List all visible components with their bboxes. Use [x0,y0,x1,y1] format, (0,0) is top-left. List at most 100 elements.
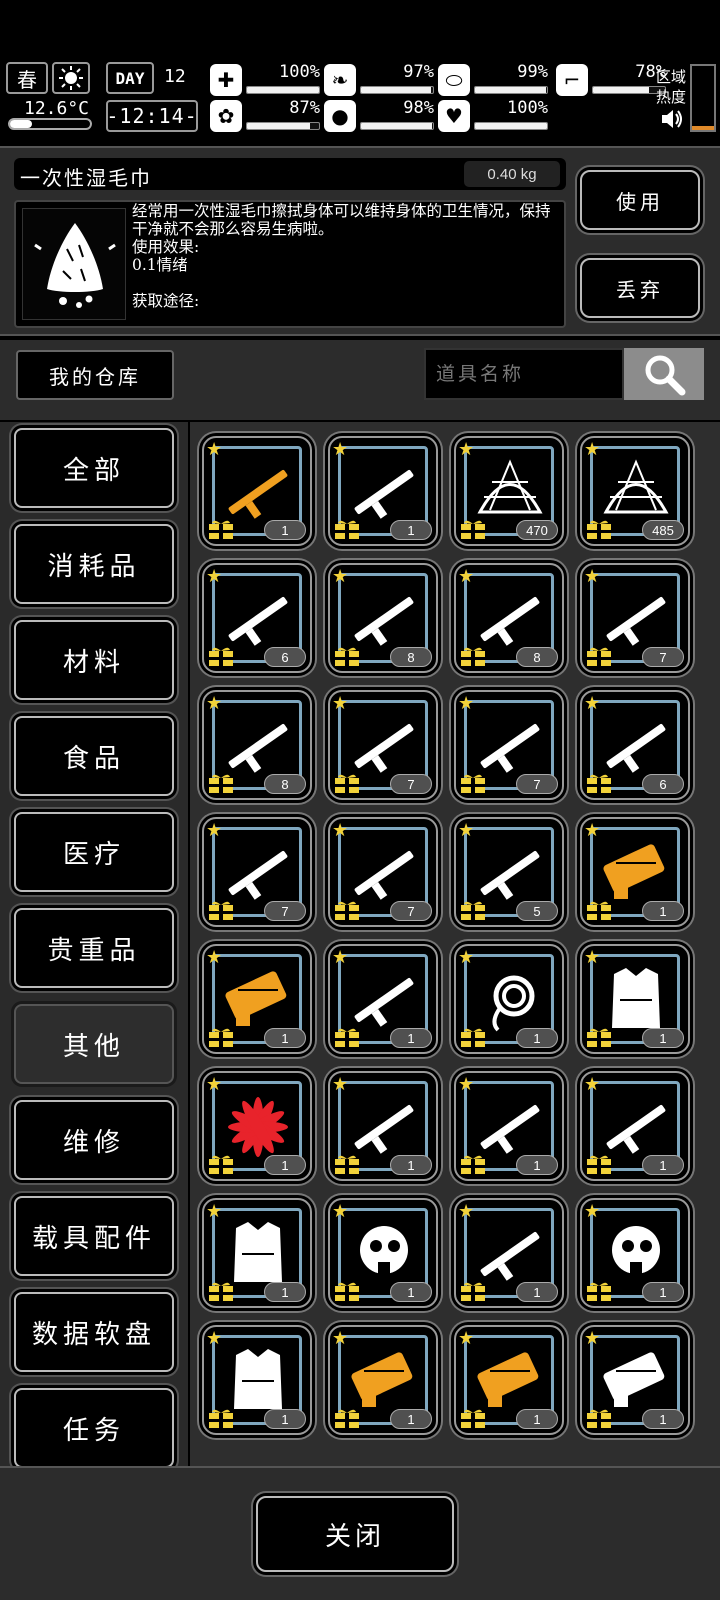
inventory-slot[interactable]: ★ 1 [454,1071,564,1181]
bottom-bar: 关闭 [0,1466,720,1600]
inventory-slot[interactable]: ★ 7 [202,817,312,927]
item-quantity: 1 [642,1028,684,1048]
category-tab[interactable]: 任务 [14,1388,174,1466]
favorite-star-icon: ★ [206,1201,223,1222]
inventory-slot[interactable]: ★ 470 [454,436,564,546]
favorite-star-icon: ★ [332,1328,349,1349]
gift-box-icon [209,1409,233,1428]
inventory-slot[interactable]: ★ 1 [580,944,690,1054]
category-tab[interactable]: 其他 [14,1004,174,1084]
clock-readout: -12:14- [106,100,198,132]
inventory-slot[interactable]: ★ 1 [328,436,438,546]
stat-value: 100% [279,62,320,82]
inventory-slot[interactable]: ★ 8 [202,690,312,800]
inventory-slot[interactable]: ★ 7 [328,817,438,927]
category-label: 数据软盘 [31,1319,156,1350]
inventory-slot[interactable]: ★ 1 [328,1325,438,1435]
inventory-slot[interactable]: ★ 8 [454,563,564,673]
discard-button[interactable]: 丢弃 [580,258,700,318]
favorite-star-icon: ★ [332,820,349,841]
inventory-slot[interactable]: ★ 1 [328,944,438,1054]
favorite-star-icon: ★ [206,947,223,968]
gift-box-icon [335,1155,359,1174]
inventory-slot[interactable]: ★ 8 [328,563,438,673]
wet-towel-icon [22,208,126,320]
inventory-slot[interactable]: ★ 6 [202,563,312,673]
gift-box-icon [335,520,359,539]
gift-box-icon [209,520,233,539]
category-tab[interactable]: 医疗 [14,812,174,892]
favorite-star-icon: ★ [206,1074,223,1095]
stat-value: 97% [403,62,434,82]
inventory-slot[interactable]: ★ 1 [328,1198,438,1308]
inventory-slot[interactable]: ★ 1 [580,1198,690,1308]
use-button[interactable]: 使用 [580,170,700,230]
inventory-slot[interactable]: ★ 1 [202,1198,312,1308]
category-tab[interactable]: 载具配件 [14,1196,174,1276]
category-tab[interactable]: 维修 [14,1100,174,1180]
item-search-input[interactable] [424,348,624,400]
discard-button-label: 丢弃 [616,277,664,302]
item-quantity: 8 [264,774,306,794]
category-tab[interactable]: 数据软盘 [14,1292,174,1372]
inventory-slot[interactable]: ★ 7 [328,690,438,800]
gift-box-icon [461,1028,485,1047]
inventory-slot[interactable]: ★ 1 [580,1325,690,1435]
inventory-slot[interactable]: ★ 1 [202,1071,312,1181]
favorite-star-icon: ★ [458,693,475,714]
close-button[interactable]: 关闭 [256,1496,454,1572]
item-quantity: 470 [516,520,558,540]
item-description: 经常用一次性湿毛巾擦拭身体可以维持身体的卫生情况，保持干净就不会那么容易生病啦。… [132,202,551,310]
category-tab[interactable]: 全部 [14,428,174,508]
item-detail-panel: 一次性湿毛巾 0.40 kg 经常用一次性湿毛巾擦拭身体可以维持身体的卫生情况，… [0,146,720,336]
inventory-slot[interactable]: ★ 6 [580,690,690,800]
favorite-star-icon: ★ [332,1074,349,1095]
item-quantity: 1 [642,1282,684,1302]
inventory-slot[interactable]: ★ 1 [454,1198,564,1308]
inventory-slot[interactable]: ★ 1 [202,1325,312,1435]
inventory-slot[interactable]: ★ 5 [454,817,564,927]
inventory-slot[interactable]: ★ 7 [454,690,564,800]
inventory-slot[interactable]: ★ 485 [580,436,690,546]
item-quantity: 5 [516,901,558,921]
inventory-slot[interactable]: ★ 1 [580,817,690,927]
item-quantity: 1 [642,1155,684,1175]
gift-box-icon [587,520,611,539]
day-number: 12 [164,66,186,87]
gift-box-icon [461,774,485,793]
item-quantity: 1 [516,1282,558,1302]
search-button[interactable] [624,348,704,400]
inventory-slot[interactable]: ★ 1 [580,1071,690,1181]
category-tab[interactable]: 食品 [14,716,174,796]
item-quantity: 7 [264,901,306,921]
my-warehouse-button[interactable]: 我的仓库 [16,350,174,400]
item-description-box[interactable]: 经常用一次性湿毛巾擦拭身体可以维持身体的卫生情况，保持干净就不会那么容易生病啦。… [14,200,566,328]
inventory-slot[interactable]: ★ 1 [454,1325,564,1435]
gift-box-icon [209,901,233,920]
inventory-slot[interactable]: ★ 7 [580,563,690,673]
inventory-slot[interactable]: ★ 1 [328,1071,438,1181]
favorite-star-icon: ★ [584,820,601,841]
inventory-slot[interactable]: ★ 1 [202,436,312,546]
close-button-label: 关闭 [324,1521,385,1552]
item-quantity: 1 [390,1282,432,1302]
gift-box-icon [209,774,233,793]
speaker-icon[interactable] [660,108,684,130]
category-tab[interactable]: 消耗品 [14,524,174,604]
item-quantity: 1 [390,1028,432,1048]
category-tab[interactable]: 材料 [14,620,174,700]
thermometer-icon [8,118,92,130]
gift-box-icon [587,1409,611,1428]
search-icon [645,355,686,396]
inventory-slot[interactable]: ★ 1 [202,944,312,1054]
item-grid[interactable]: ★ 1 ★ 1 ★ 470 ★ 485 ★ 6 ★ 8 ★ 8 ★ 7 ★ 8 ★ 7 ★ 7 ★ 6 ★ 7 ★ 7 ★ 5 ★ 1 ★ 1 ★ 1… [190,422,720,1466]
stat-bar [360,86,434,94]
status-bar: 春 12.6°C DAY 12 -12:14- ✚ 100% ❧ 97% ⬭ 99% ⌐ 78… [0,60,720,136]
category-tab[interactable]: 贵重品 [14,908,174,988]
category-sidebar[interactable]: 全部消耗品材料食品医疗贵重品其他维修载具配件数据软盘任务 [0,422,188,1466]
stat-value: 78% [635,62,666,82]
favorite-star-icon: ★ [206,439,223,460]
gift-box-icon [335,901,359,920]
gift-box-icon [587,1028,611,1047]
inventory-slot[interactable]: ★ 1 [454,944,564,1054]
